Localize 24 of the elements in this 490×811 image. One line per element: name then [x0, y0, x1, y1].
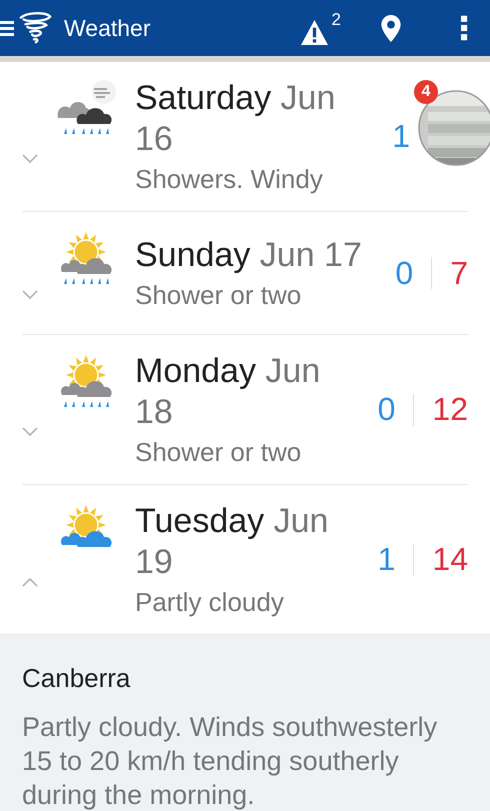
- warnings-button[interactable]: 2: [300, 10, 341, 46]
- forecast-text: Partly cloudy. Winds southwesterly 15 to 20 km/h tending southerly during the morning.: [22, 711, 438, 811]
- day-date: Saturday Jun 16: [135, 78, 336, 160]
- tornado-icon: [18, 11, 52, 45]
- min-temperature: 1: [392, 118, 410, 155]
- location-pin-icon[interactable]: [381, 14, 401, 42]
- day-date: Monday Jun 18: [135, 351, 322, 433]
- max-temperature: 7: [450, 254, 468, 292]
- day-date: Sunday Jun 17: [135, 235, 363, 276]
- min-temperature: 1: [378, 541, 396, 578]
- forecast-summary: Shower or two: [135, 437, 302, 468]
- max-temperature: 12: [432, 391, 468, 428]
- app-title: Weather: [64, 14, 151, 42]
- forecast-summary: Showers. Windy: [135, 164, 324, 195]
- notification-count: 4: [414, 80, 438, 104]
- min-temperature: 0: [395, 254, 414, 292]
- location-name: Canberra: [22, 663, 132, 694]
- min-temperature: 0: [378, 391, 396, 428]
- more-options-icon[interactable]: [461, 14, 468, 42]
- forecast-summary: Shower or two: [135, 280, 302, 311]
- day-date: Tuesday Jun 19: [135, 501, 330, 583]
- menu-icon[interactable]: [0, 19, 14, 37]
- max-temperature: 14: [432, 541, 468, 578]
- forecast-summary: Partly cloudy: [135, 587, 285, 618]
